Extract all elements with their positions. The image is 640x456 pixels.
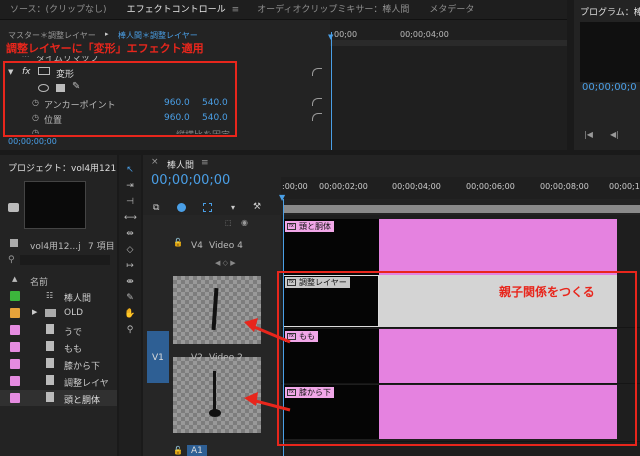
arrow-thigh-to-shin [244, 392, 291, 412]
annotation-arrows [244, 318, 291, 412]
arrow-adjustment-to-thigh [244, 318, 291, 344]
